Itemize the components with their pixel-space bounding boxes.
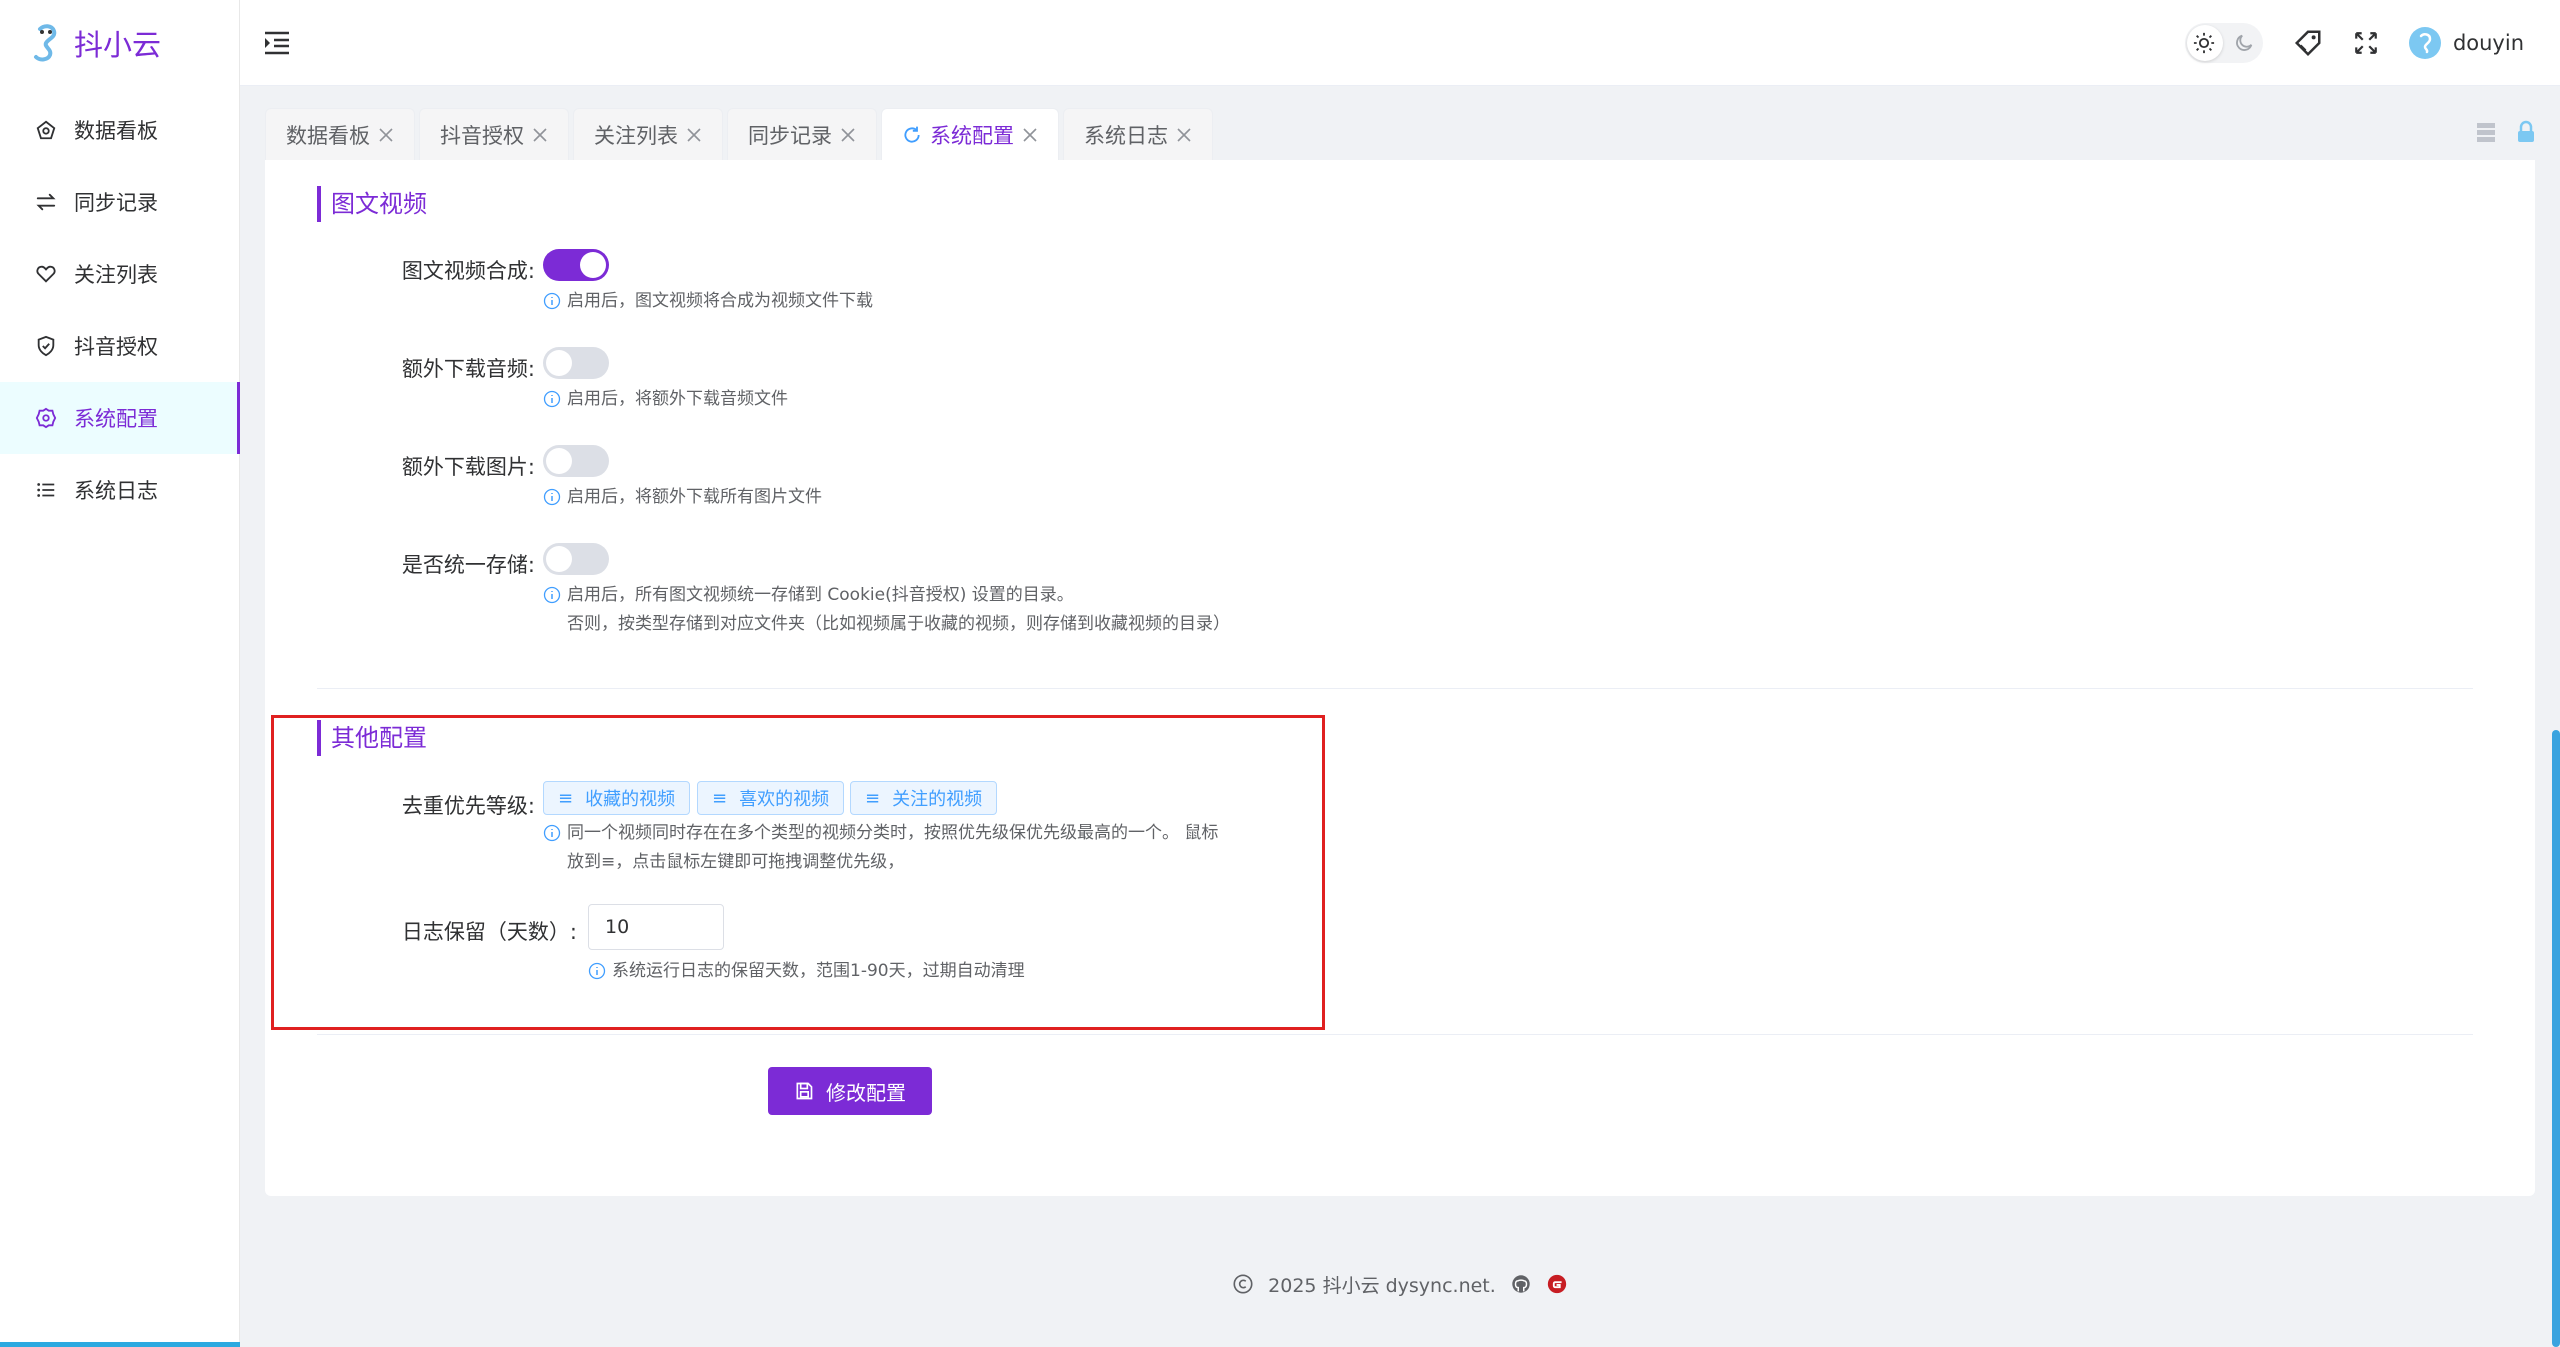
field-label: 图文视频合成: [401,259,535,283]
tag-icon[interactable] [2293,28,2323,58]
sidebar-item-label: 系统配置 [74,407,158,431]
info-icon [543,390,561,408]
sidebar-item-system-log[interactable]: 系统日志 [0,454,239,526]
media-merge-switch[interactable] [543,249,609,281]
field-hint-line2: 否则，按类型存储到对应文件夹（比如视频属于收藏的视频，则存储到收藏视频的目录） [567,614,1230,634]
switch-knob [546,448,572,474]
page-tabs: 数据看板 抖音授权 关注列表 同步记录 系统配置 系统日志 [265,108,1213,160]
gitee-icon[interactable] [1546,1273,1568,1295]
sidebar-item-system-config[interactable]: 系统配置 [0,382,240,454]
sync-icon [34,190,58,214]
sidebar-item-follow-list[interactable]: 关注列表 [0,238,239,310]
field-label: 额外下载图片: [401,455,535,479]
sidebar-item-label: 关注列表 [74,263,158,287]
tab-douyin-auth[interactable]: 抖音授权 [419,108,569,160]
field-hint: 启用后，图文视频将合成为视频文件下载 [543,287,873,316]
field-label: 额外下载音频: [401,357,535,381]
tab-label: 关注列表 [594,123,678,148]
close-icon[interactable] [378,127,394,143]
sidebar-item-douyin-auth[interactable]: 抖音授权 [0,310,239,382]
top-header: douyin [240,0,2560,86]
gear-icon [34,406,58,430]
section-title-media: 图文视频 [317,186,427,222]
unified-storage-switch[interactable] [543,543,609,575]
tab-label: 系统日志 [1084,123,1168,148]
tab-label: 数据看板 [286,123,370,148]
section-divider [317,1034,2473,1035]
dashboard-icon [34,118,58,142]
sun-icon [2193,32,2215,54]
field-hint: 启用后，将额外下载所有图片文件 [543,483,822,512]
tab-tools [2474,120,2538,144]
info-icon [543,488,561,506]
copyright-icon [1233,1274,1253,1294]
avatar [2408,27,2441,59]
field-label: 是否统一存储: [401,553,535,577]
sidebar-item-label: 抖音授权 [74,335,158,359]
close-icon[interactable] [840,127,856,143]
footer-text: 2025 抖小云 dysync.net. [1268,1274,1496,1297]
close-icon[interactable] [532,127,548,143]
sidebar-item-label: 数据看板 [74,119,158,143]
sidebar-item-label: 系统日志 [74,479,158,503]
tab-label: 同步记录 [748,123,832,148]
theme-toggle[interactable] [2184,23,2263,63]
section-divider [317,688,2473,689]
tab-label: 抖音授权 [440,123,524,148]
close-icon[interactable] [1022,127,1038,143]
field-hint: 启用后，将额外下载音频文件 [543,385,788,414]
sidebar-progress-bar [0,1342,240,1347]
switch-knob [546,350,572,376]
tab-label: 系统配置 [930,123,1014,148]
field-hint: 启用后，所有图文视频统一存储到 Cookie(抖音授权) 设置的目录。 [543,581,1074,610]
menu-collapse-icon[interactable] [262,28,292,58]
save-config-button[interactable]: 修改配置 [768,1067,932,1115]
config-card: 图文视频 图文视频合成: 启用后，图文视频将合成为视频文件下载 额外下载音频: … [265,160,2535,1196]
sidebar: 抖小云 数据看板 同步记录 关注列表 抖音授权 系统配置 系统日志 [0,0,240,1347]
moon-icon [2236,34,2253,51]
sidebar-item-label: 同步记录 [74,191,158,215]
switch-knob [546,546,572,572]
extra-images-switch[interactable] [543,445,609,477]
info-icon [543,586,561,604]
user-menu[interactable]: douyin [2408,27,2524,59]
username: douyin [2452,31,2524,55]
logo[interactable]: 抖小云 [0,0,239,86]
switch-knob [580,252,606,278]
list-icon [34,478,58,502]
tab-dashboard[interactable]: 数据看板 [265,108,415,160]
fullscreen-icon[interactable] [2353,30,2379,56]
tab-system-config[interactable]: 系统配置 [881,108,1059,160]
shield-icon [34,334,58,358]
github-icon[interactable] [1510,1273,1532,1295]
sidebar-item-dashboard[interactable]: 数据看板 [0,94,239,166]
tab-sync-records[interactable]: 同步记录 [727,108,877,160]
logo-icon [34,24,57,62]
page-scrollbar-thumb[interactable] [2552,730,2560,1347]
highlight-box [271,715,1325,1030]
footer: 2025 抖小云 dysync.net. [240,1268,2560,1300]
lock-icon[interactable] [2514,120,2538,144]
app-name: 抖小云 [74,28,162,62]
sidebar-item-sync-records[interactable]: 同步记录 [0,166,239,238]
close-icon[interactable] [686,127,702,143]
close-icon[interactable] [1176,127,1192,143]
info-icon [543,292,561,310]
save-icon [796,1082,813,1100]
heart-icon [34,262,58,286]
extra-audio-switch[interactable] [543,347,609,379]
sidebar-menu: 数据看板 同步记录 关注列表 抖音授权 系统配置 系统日志 [0,94,240,526]
refresh-icon[interactable] [902,125,922,145]
layout-icon[interactable] [2474,120,2498,144]
header-actions: douyin [2184,0,2524,86]
tab-follow-list[interactable]: 关注列表 [573,108,723,160]
tab-system-log[interactable]: 系统日志 [1063,108,1213,160]
